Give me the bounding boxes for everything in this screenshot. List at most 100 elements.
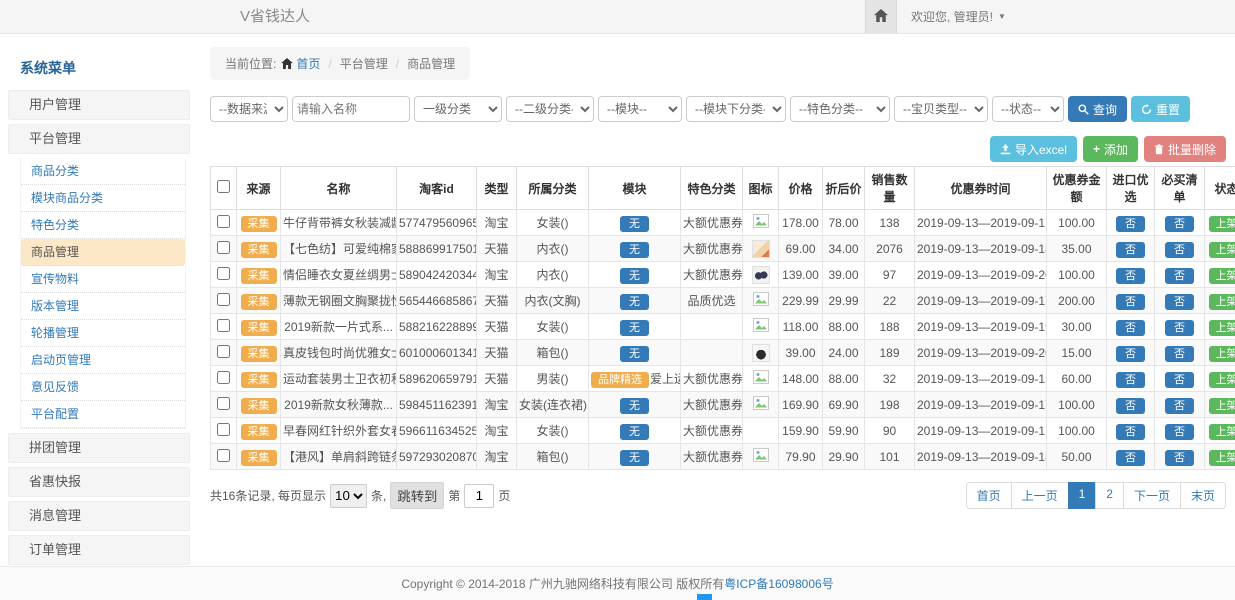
status-button[interactable]: 上架	[1209, 268, 1235, 284]
select-all-checkbox[interactable]	[217, 180, 230, 193]
filter-level1-category[interactable]: 一级分类	[414, 96, 502, 122]
add-button[interactable]: + 添加	[1083, 136, 1138, 162]
row-checkbox[interactable]	[217, 293, 230, 306]
status-button[interactable]: 上架	[1209, 346, 1235, 362]
sidebar-subitem-模块商品分类[interactable]: 模块商品分类	[21, 185, 185, 212]
module-badge[interactable]: 无	[620, 398, 649, 414]
name-search-input[interactable]	[292, 96, 410, 122]
reset-button[interactable]: 重置	[1131, 96, 1190, 122]
row-checkbox[interactable]	[217, 319, 230, 332]
source-badge[interactable]: 采集	[241, 320, 277, 336]
sidebar-subitem-商品分类[interactable]: 商品分类	[21, 158, 185, 185]
status-button[interactable]: 上架	[1209, 294, 1235, 310]
row-checkbox[interactable]	[217, 267, 230, 280]
sidebar-subitem-启动页管理[interactable]: 启动页管理	[21, 347, 185, 374]
import-select-button[interactable]: 否	[1116, 372, 1145, 388]
import-select-button[interactable]: 否	[1116, 242, 1145, 258]
source-badge[interactable]: 采集	[241, 398, 277, 414]
filter-item-type[interactable]: --宝贝类型--	[894, 96, 988, 122]
breadcrumb-home-link[interactable]: 首页	[281, 55, 320, 72]
source-badge[interactable]: 采集	[241, 450, 277, 466]
must-buy-button[interactable]: 否	[1165, 372, 1194, 388]
source-badge[interactable]: 采集	[241, 268, 277, 284]
jump-button[interactable]: 跳转到	[390, 482, 444, 509]
batch-delete-button[interactable]: 批量删除	[1144, 136, 1226, 162]
status-button[interactable]: 上架	[1209, 216, 1235, 232]
status-button[interactable]: 上架	[1209, 320, 1235, 336]
row-checkbox[interactable]	[217, 423, 230, 436]
module-badge[interactable]: 无	[620, 242, 649, 258]
source-badge[interactable]: 采集	[241, 346, 277, 362]
must-buy-button[interactable]: 否	[1165, 268, 1194, 284]
must-buy-button[interactable]: 否	[1165, 398, 1194, 414]
sidebar-subitem-商品管理[interactable]: 商品管理	[21, 239, 185, 266]
per-page-select[interactable]: 10	[330, 484, 367, 508]
sidebar-item-top[interactable]: 省惠快报	[8, 467, 190, 497]
icp-link[interactable]: 粤ICP备16098006号	[724, 575, 833, 592]
sidebar-item-top[interactable]: 消息管理	[8, 501, 190, 531]
user-menu[interactable]: 欢迎您, 管理员! ▼	[897, 0, 1020, 33]
pager-button-末页[interactable]: 末页	[1180, 482, 1226, 509]
module-badge[interactable]: 无	[620, 268, 649, 284]
sidebar-item-top[interactable]: 拼团管理	[8, 433, 190, 463]
sidebar-item-top[interactable]: 用户管理	[8, 90, 190, 120]
sidebar-subitem-宣传物料[interactable]: 宣传物料	[21, 266, 185, 293]
status-button[interactable]: 上架	[1209, 424, 1235, 440]
import-select-button[interactable]: 否	[1116, 346, 1145, 362]
jump-page-input[interactable]	[464, 484, 494, 508]
row-checkbox[interactable]	[217, 215, 230, 228]
row-checkbox[interactable]	[217, 345, 230, 358]
import-select-button[interactable]: 否	[1116, 424, 1145, 440]
filter-module[interactable]: --模块--	[598, 96, 682, 122]
source-badge[interactable]: 采集	[241, 294, 277, 310]
import-select-button[interactable]: 否	[1116, 398, 1145, 414]
sidebar-item-top[interactable]: 平台管理	[8, 124, 190, 154]
filter-feature[interactable]: --特色分类--	[790, 96, 890, 122]
sidebar-item-top[interactable]: 订单管理	[8, 535, 190, 565]
row-checkbox[interactable]	[217, 241, 230, 254]
must-buy-button[interactable]: 否	[1165, 216, 1194, 232]
sidebar-subitem-特色分类[interactable]: 特色分类	[21, 212, 185, 239]
must-buy-button[interactable]: 否	[1165, 294, 1194, 310]
must-buy-button[interactable]: 否	[1165, 424, 1194, 440]
status-button[interactable]: 上架	[1209, 242, 1235, 258]
import-select-button[interactable]: 否	[1116, 320, 1145, 336]
status-button[interactable]: 上架	[1209, 372, 1235, 388]
pager-button-1[interactable]: 1	[1068, 482, 1097, 509]
row-checkbox[interactable]	[217, 371, 230, 384]
search-button[interactable]: 查询	[1068, 96, 1127, 122]
pager-button-2[interactable]: 2	[1095, 482, 1124, 509]
must-buy-button[interactable]: 否	[1165, 346, 1194, 362]
must-buy-button[interactable]: 否	[1165, 242, 1194, 258]
sidebar-subitem-版本管理[interactable]: 版本管理	[21, 293, 185, 320]
row-checkbox[interactable]	[217, 449, 230, 462]
sidebar-subitem-轮播管理[interactable]: 轮播管理	[21, 320, 185, 347]
import-select-button[interactable]: 否	[1116, 450, 1145, 466]
module-badge[interactable]: 无	[620, 346, 649, 362]
status-button[interactable]: 上架	[1209, 450, 1235, 466]
source-badge[interactable]: 采集	[241, 216, 277, 232]
must-buy-button[interactable]: 否	[1165, 320, 1194, 336]
home-button[interactable]	[865, 0, 897, 33]
import-select-button[interactable]: 否	[1116, 294, 1145, 310]
module-badge[interactable]: 无	[620, 424, 649, 440]
source-badge[interactable]: 采集	[241, 242, 277, 258]
filter-status[interactable]: --状态--	[992, 96, 1064, 122]
module-badge[interactable]: 无	[620, 294, 649, 310]
import-excel-button[interactable]: 导入excel	[990, 136, 1077, 162]
filter-level2-category[interactable]: --二级分类--	[506, 96, 594, 122]
sidebar-subitem-意见反馈[interactable]: 意见反馈	[21, 374, 185, 401]
source-badge[interactable]: 采集	[241, 424, 277, 440]
filter-module-sub[interactable]: --模块下分类--	[686, 96, 786, 122]
row-checkbox[interactable]	[217, 397, 230, 410]
must-buy-button[interactable]: 否	[1165, 450, 1194, 466]
module-badge[interactable]: 品牌精选	[591, 372, 649, 388]
pager-button-首页[interactable]: 首页	[966, 482, 1012, 509]
sidebar-subitem-平台配置[interactable]: 平台配置	[21, 401, 185, 428]
status-button[interactable]: 上架	[1209, 398, 1235, 414]
module-badge[interactable]: 无	[620, 320, 649, 336]
source-badge[interactable]: 采集	[241, 372, 277, 388]
module-badge[interactable]: 无	[620, 450, 649, 466]
import-select-button[interactable]: 否	[1116, 216, 1145, 232]
import-select-button[interactable]: 否	[1116, 268, 1145, 284]
